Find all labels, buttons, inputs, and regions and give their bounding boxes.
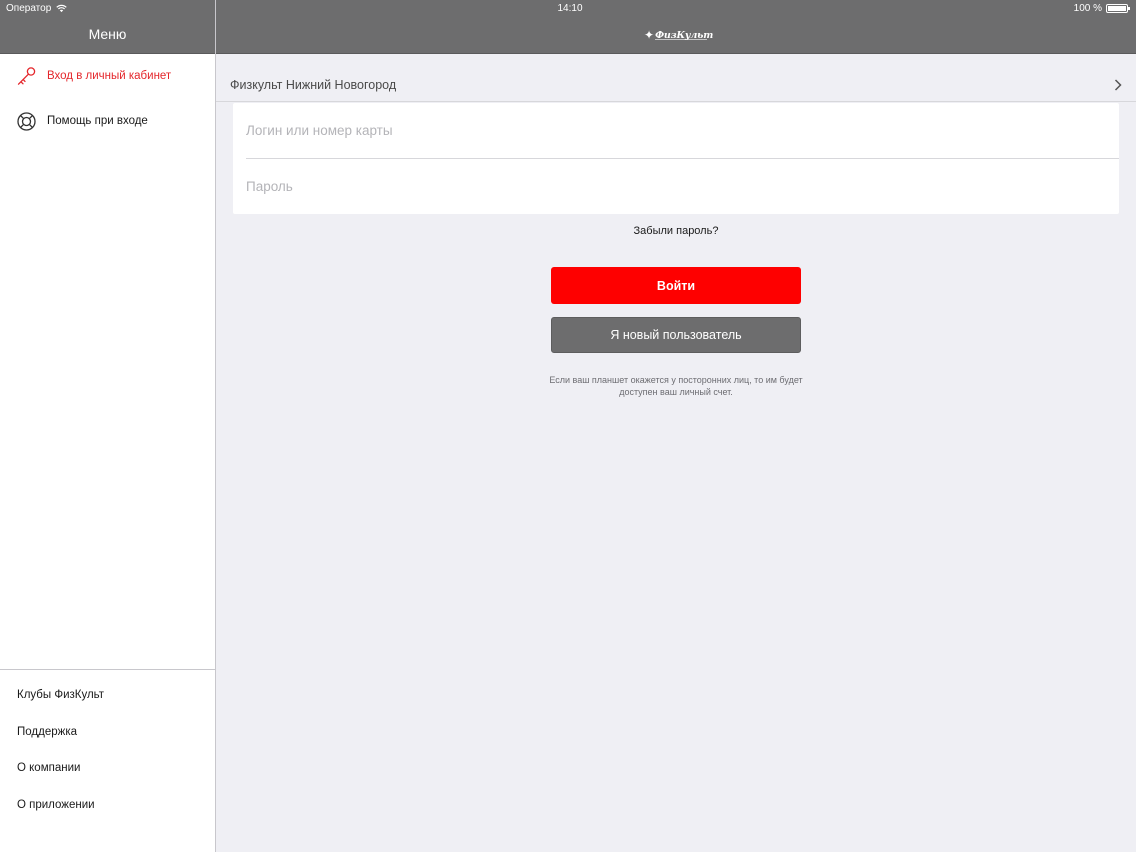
sidebar-header: Оператор Меню [0,0,215,54]
battery-icon [1106,4,1130,13]
battery-label: 100 % [1073,3,1102,14]
brand-logo: ✦ ФизКульт [644,25,713,45]
divider [0,669,215,670]
wifi-icon [56,4,67,13]
login-button[interactable]: Войти [551,267,801,304]
main-header: 14:10 100 % ✦ ФизКульт [216,0,1136,54]
security-note: Если ваш планшет окажется у посторонних … [549,375,803,397]
new-user-button[interactable]: Я новый пользователь [551,317,801,353]
logo-underline [655,39,707,40]
star-icon: ✦ [644,28,655,42]
sidebar-item-label: Вход в личный кабинет [47,70,172,82]
sidebar-item-help[interactable]: Помощь при входе [0,101,215,141]
sidebar-title: Меню [88,26,127,42]
sidebar-link-support[interactable]: Поддержка [17,726,77,738]
chevron-right-icon [1114,79,1122,91]
lifebuoy-icon [16,111,37,132]
status-battery: 100 % [1073,3,1130,14]
sidebar-item-login[interactable]: Вход в личный кабинет [0,56,215,96]
sidebar-link-about-app[interactable]: О приложении [17,799,95,811]
password-input[interactable] [246,159,1119,214]
login-form [233,103,1119,214]
sidebar: Оператор Меню Вход в личный кабинет Помо… [0,0,216,852]
club-name: Физкульт Нижний Новогород [230,78,397,92]
forgot-password-link[interactable]: Забыли пароль? [576,225,776,237]
carrier-label: Оператор [6,3,52,14]
sidebar-item-label: Помощь при входе [47,115,148,127]
club-selector[interactable]: Физкульт Нижний Новогород [216,68,1136,102]
sidebar-link-clubs[interactable]: Клубы ФизКульт [17,689,104,701]
status-carrier-area: Оператор [6,3,67,14]
key-icon [16,66,37,87]
status-time: 14:10 [557,3,583,14]
login-input[interactable] [246,103,1119,158]
sidebar-link-about-company[interactable]: О компании [17,762,80,774]
